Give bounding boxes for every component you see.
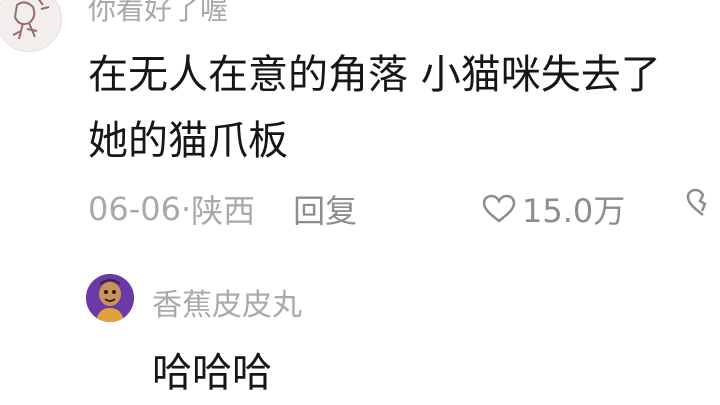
reply-button[interactable]: 回复 [293, 186, 357, 232]
comment-meta: 06-06 · 陕西 回复 [88, 186, 357, 232]
commenter-username[interactable]: 你看好了喔 [88, 0, 228, 28]
comment-text-line: 在无人在意的角落 小猫咪失去了 [88, 52, 661, 98]
cartoon-character-icon [86, 274, 134, 322]
reply-username[interactable]: 香蕉皮皮丸 [152, 280, 302, 324]
reply-avatar[interactable] [86, 274, 134, 322]
comment-text: 在无人在意的角落 小猫咪失去了 她的猫爪板 [88, 42, 708, 174]
meta-separator: · [180, 190, 192, 228]
sketch-figure-icon [12, 0, 50, 40]
comment-text-line: 她的猫爪板 [88, 118, 288, 164]
commenter-avatar[interactable] [0, 0, 62, 52]
like-count: 15.0万 [522, 192, 626, 230]
comment-date: 06-06 [88, 190, 181, 228]
heart-icon [482, 194, 516, 223]
comment-location: 陕西 [191, 192, 256, 230]
like-button[interactable]: 15.0万 [482, 186, 625, 232]
dislike-button[interactable] [686, 188, 720, 222]
heart-broken-icon [686, 188, 707, 216]
reply-text: 哈哈哈 [152, 350, 272, 396]
